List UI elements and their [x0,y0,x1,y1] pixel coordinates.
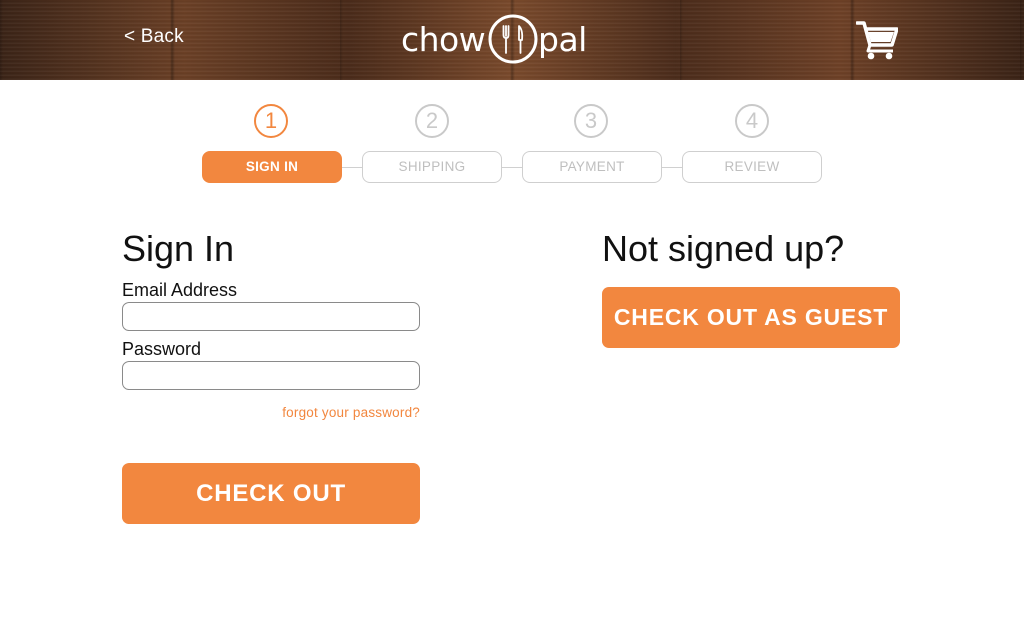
tab-shipping[interactable]: SHIPPING [362,151,502,183]
step-connector [502,167,522,168]
forgot-password-link[interactable]: forgot your password? [282,405,420,420]
sign-in-title: Sign In [122,228,235,269]
step-connector [342,167,362,168]
header-bar: < Back chow pal [0,0,1024,80]
back-link[interactable]: < Back [124,26,184,48]
plate-fork-knife-icon [488,14,538,64]
cart-icon[interactable] [856,20,898,60]
check-out-button[interactable]: CHECK OUT [122,463,420,524]
tab-sign-in[interactable]: SIGN IN [202,151,342,183]
logo-text-right: pal [538,20,587,59]
guest-checkout-button[interactable]: CHECK OUT AS GUEST [602,287,900,348]
password-label: Password [122,339,202,359]
tab-review[interactable]: REVIEW [682,151,822,183]
step-2-number: 2 [415,104,449,138]
checkout-progress: 1 2 3 4 SIGN IN SHIPPING PAYMENT REVIEW [0,100,1024,190]
step-connector [662,167,682,168]
step-3-number: 3 [574,104,608,138]
email-label: Email Address [122,280,238,300]
email-field[interactable] [122,302,420,331]
step-1-number: 1 [254,104,288,138]
chowpal-logo: chow pal [400,12,590,68]
password-field[interactable] [122,361,420,390]
step-4-number: 4 [735,104,769,138]
tab-payment[interactable]: PAYMENT [522,151,662,183]
not-signed-up-title: Not signed up? [602,228,845,269]
logo-text-left: chow [401,20,486,59]
